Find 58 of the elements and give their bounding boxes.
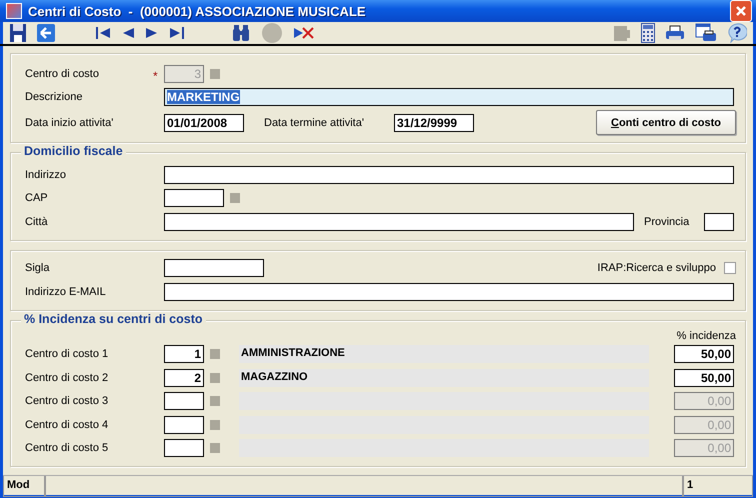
- input-field[interactable]: MARKETING: [164, 88, 734, 106]
- delete-filter-icon[interactable]: [293, 26, 315, 40]
- field-label: Centro di costo 2: [25, 372, 110, 384]
- input-field[interactable]: 31/12/9999: [394, 114, 474, 132]
- app-icon: [6, 3, 22, 19]
- field-label: Descrizione: [25, 91, 84, 104]
- column-header: % incidenza: [676, 330, 736, 342]
- back-arrow-icon[interactable]: [37, 24, 55, 42]
- last-record-icon[interactable]: [169, 26, 185, 40]
- input-field[interactable]: [164, 282, 734, 301]
- input-field[interactable]: [164, 166, 734, 184]
- field-label: Indirizzo E-MAIL: [25, 286, 107, 298]
- section-legend: % Incidenza su centri di costo: [21, 312, 206, 326]
- field-label: Provincia: [644, 216, 690, 228]
- field-label: Centro di costo 3: [25, 395, 110, 408]
- save-icon[interactable]: [9, 23, 27, 43]
- input-field[interactable]: 2: [164, 368, 204, 387]
- field-label: IRAP:Ricerca e sviluppo: [597, 262, 716, 274]
- input-field[interactable]: 50,00: [674, 368, 734, 387]
- status-mode: Mod: [3, 476, 45, 497]
- close-button[interactable]: [730, 0, 752, 22]
- section-legend: Domicilio fiscale: [21, 144, 126, 158]
- close-icon: [734, 4, 748, 18]
- input-field[interactable]: [704, 212, 734, 231]
- field-label: Centro di costo 4: [25, 418, 110, 431]
- field-label: Centro di costo 5: [25, 442, 110, 454]
- input-field[interactable]: [164, 439, 204, 458]
- previous-icon[interactable]: [121, 26, 135, 40]
- input-field[interactable]: [164, 189, 224, 208]
- field-label: Città: [25, 216, 49, 228]
- field-label: Centro di costo 1: [25, 348, 110, 360]
- input-field[interactable]: 01/01/2008: [164, 114, 244, 132]
- required-mark: *: [153, 68, 159, 81]
- field-label: Indirizzo: [25, 168, 67, 181]
- field-label: Data termine attivita': [264, 116, 365, 128]
- cost-center-name: MAGAZZINO: [239, 368, 649, 387]
- cost-accounts-button[interactable]: Conti centro di costo: [596, 110, 736, 135]
- status-page: 1: [683, 476, 753, 497]
- input-field[interactable]: [164, 259, 264, 278]
- field-label: CAP: [25, 192, 49, 204]
- input-field[interactable]: 50,00: [674, 345, 734, 364]
- window-title: Centri di Costo - (000001) ASSOCIAZIONE MUSICALE: [28, 4, 367, 18]
- input-field[interactable]: 1: [164, 345, 204, 364]
- binoculars-icon[interactable]: [231, 24, 251, 42]
- irap-checkbox[interactable]: [724, 262, 736, 274]
- field-label: Data inizio attivita': [25, 116, 114, 128]
- first-record-icon[interactable]: [95, 26, 111, 40]
- calculator-icon[interactable]: [641, 23, 655, 43]
- input-field[interactable]: [164, 392, 204, 410]
- print-preview-icon[interactable]: [695, 23, 717, 43]
- input-field[interactable]: [164, 212, 634, 231]
- input-field[interactable]: [164, 416, 204, 434]
- field-label: Sigla: [25, 262, 50, 274]
- field-label: Centro di costo: [25, 68, 100, 80]
- help-icon[interactable]: [727, 23, 747, 43]
- cost-center-name: AMMINISTRAZIONE: [239, 345, 649, 364]
- printer-icon[interactable]: [665, 25, 685, 41]
- next-icon[interactable]: [145, 26, 159, 40]
